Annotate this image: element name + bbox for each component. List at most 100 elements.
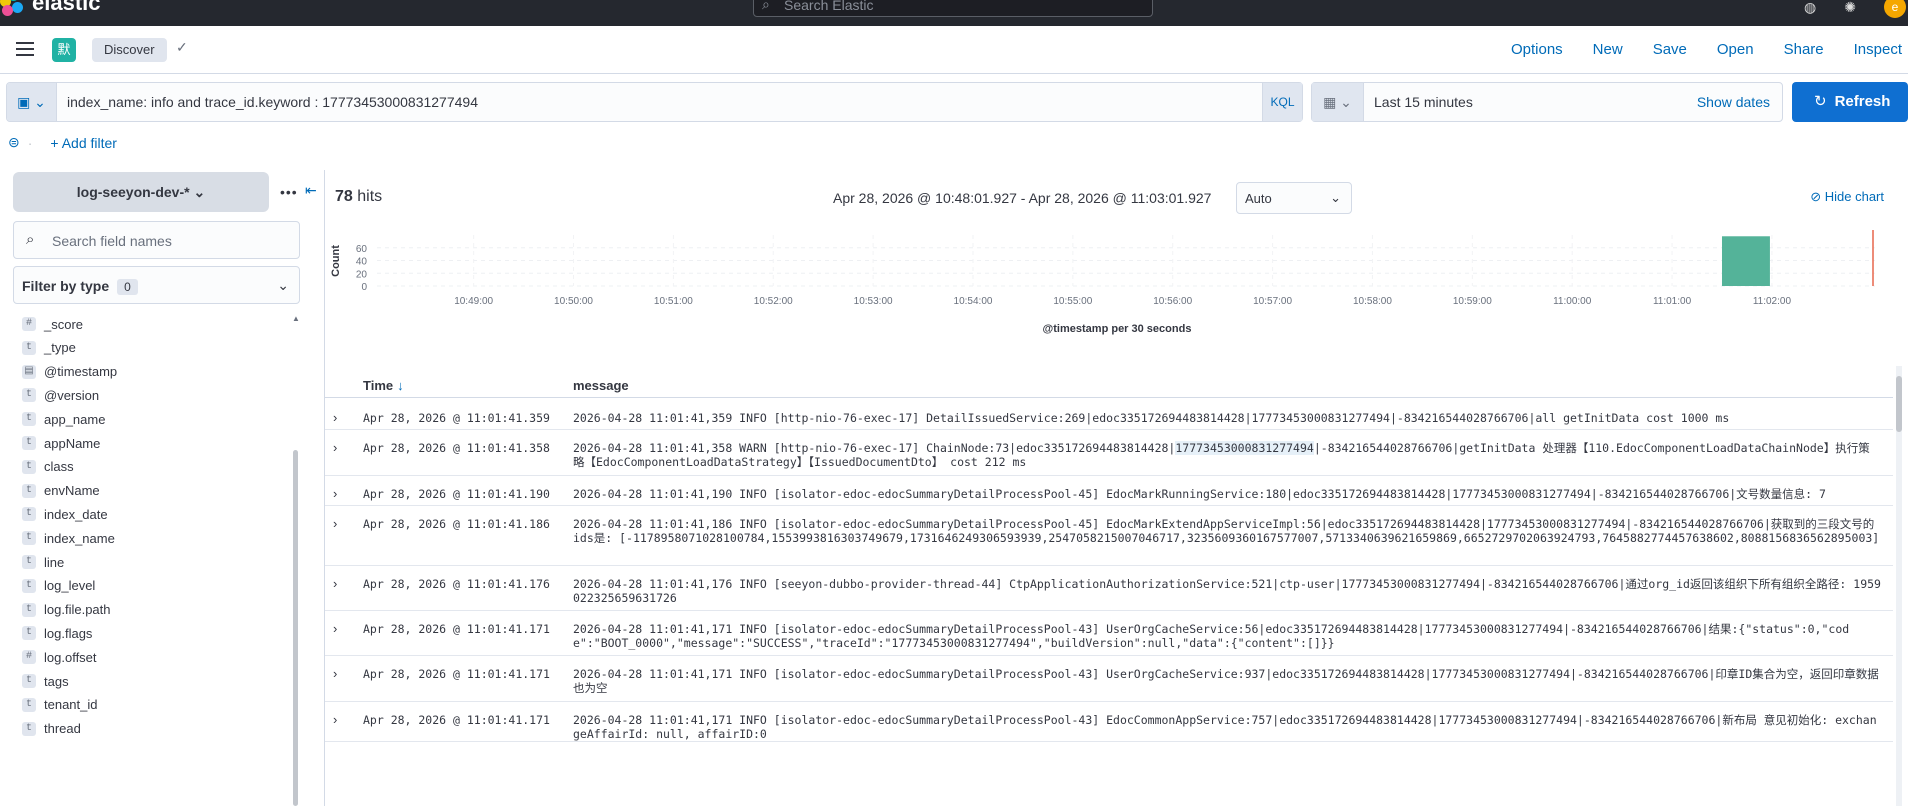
refresh-button[interactable]: ↻ Refresh (1792, 82, 1908, 122)
time-range-text: Apr 28, 2026 @ 10:48:01.927 - Apr 28, 20… (833, 190, 1212, 206)
sidebar-field-item[interactable]: t appName (22, 433, 100, 453)
interval-select[interactable]: Auto ⌄ (1236, 182, 1352, 214)
sidebar-field-item[interactable]: t line (22, 552, 64, 572)
hide-chart-button[interactable]: ⊘ Hide chart (1810, 189, 1884, 205)
table-scrollbar[interactable] (1896, 366, 1902, 806)
sidebar-field-name: log_level (44, 578, 96, 594)
sidebar-field-item[interactable]: t _type (22, 338, 76, 358)
table-row: › Apr 28, 2026 @ 11:01:41.359 2026-04-28 1… (325, 400, 1893, 430)
string-field-icon: t (22, 388, 36, 403)
filter-options-icon[interactable]: ⊜ (8, 134, 20, 151)
filter-by-type-button[interactable]: Filter by type 0 ⌄ (13, 266, 300, 304)
sidebar-field-name: @timestamp (44, 364, 118, 380)
expand-row-icon[interactable]: › (333, 621, 337, 636)
more-options-icon[interactable]: ••• (280, 184, 298, 200)
chevron-check-icon[interactable]: ✓ (176, 39, 188, 56)
expand-row-icon[interactable]: › (333, 486, 337, 501)
scroll-up-icon[interactable]: ▲ (292, 314, 300, 323)
query-input[interactable]: index_name: info and trace_id.keyword : … (67, 94, 478, 110)
y-axis-label: Count (330, 245, 342, 277)
refresh-label: Refresh (1834, 93, 1891, 110)
x-tick-label: 10:54:00 (954, 296, 993, 307)
filter-count-badge: 0 (117, 279, 138, 295)
column-time[interactable]: Time ↓ (363, 378, 404, 393)
sidebar-field-item[interactable]: t log.flags (22, 623, 92, 643)
share-link[interactable]: Share (1784, 41, 1824, 58)
x-tick-label: 10:50:00 (554, 296, 593, 307)
expand-row-icon[interactable]: › (333, 576, 337, 591)
row-time: Apr 28, 2026 @ 11:01:41.171 (363, 622, 550, 636)
sidebar-field-item[interactable]: t thread (22, 719, 81, 739)
string-field-icon: t (22, 626, 36, 641)
menu-hamburger-icon[interactable] (16, 42, 34, 56)
expand-row-icon[interactable]: › (333, 410, 337, 425)
sidebar-field-item[interactable]: t index_date (22, 504, 108, 524)
string-field-icon: t (22, 459, 36, 474)
date-picker: ▦ ⌄ Last 15 minutes Show dates (1311, 82, 1783, 122)
expand-row-icon[interactable]: › (333, 516, 337, 531)
string-field-icon: t (22, 674, 36, 688)
row-time: Apr 28, 2026 @ 11:01:41.190 (363, 487, 550, 501)
kql-toggle[interactable]: KQL (1262, 83, 1302, 121)
sidebar-field-item[interactable]: t class (22, 457, 74, 477)
hits-counter: 78 hits (335, 188, 382, 206)
x-tick-label: 10:56:00 (1153, 296, 1192, 307)
elastic-logo[interactable]: elastic (0, 0, 101, 16)
calendar-quick-select[interactable]: ▦ ⌄ (1312, 83, 1364, 121)
x-tick-label: 10:53:00 (854, 296, 893, 307)
save-link[interactable]: Save (1653, 41, 1687, 58)
sidebar-field-item[interactable]: # log.offset (22, 647, 97, 667)
collapse-sidebar-icon[interactable]: ⇤ (305, 182, 317, 199)
header-actions: ◍ ✺ e (1804, 0, 1908, 18)
saved-query-button[interactable]: ▣ ⌄ (7, 83, 57, 121)
expand-row-icon[interactable]: › (333, 712, 337, 727)
x-tick-label: 10:49:00 (454, 296, 493, 307)
sidebar-field-item[interactable]: t tenant_id (22, 695, 98, 715)
row-message: 2026-04-28 11:01:41,171 INFO [isolator-e… (573, 713, 1877, 741)
new-link[interactable]: New (1593, 41, 1623, 58)
x-tick-label: 10:57:00 (1253, 296, 1292, 307)
sidebar-field-name: @version (44, 387, 100, 403)
sidebar-field-item[interactable]: # _score (22, 314, 83, 334)
field-search-input[interactable]: ⌕ Search field names (13, 221, 300, 259)
date-field-icon: ▤ (22, 364, 36, 379)
global-search-placeholder: Search Elastic (784, 0, 874, 13)
column-message[interactable]: message (573, 378, 629, 393)
expand-row-icon[interactable]: › (333, 440, 337, 455)
chevron-down-icon: ⌄ (1330, 190, 1341, 205)
chevron-down-icon: ⌄ (193, 184, 206, 200)
date-range-label[interactable]: Last 15 minutes (1374, 94, 1473, 110)
number-field-icon: # (22, 650, 36, 665)
help-icon[interactable]: ◍ (1804, 0, 1816, 16)
show-dates-button[interactable]: Show dates (1697, 94, 1770, 110)
global-search-input[interactable]: ⌕ Search Elastic (753, 0, 1153, 17)
field-list-scrollbar[interactable] (293, 450, 298, 806)
sidebar-field-item[interactable]: t envName (22, 481, 100, 501)
sidebar-field-item[interactable]: ▤ @timestamp (22, 362, 117, 382)
refresh-icon: ↻ (1814, 93, 1827, 110)
inspect-link[interactable]: Inspect (1854, 41, 1902, 58)
field-list: # _score t _type ▤ @timestamp t @version t app_na… (0, 310, 300, 806)
index-pattern-selector[interactable]: log-seeyon-dev-* ⌄ (13, 172, 269, 212)
sidebar-field-item[interactable]: t @version (22, 385, 99, 405)
string-field-icon: t (22, 531, 36, 546)
sidebar-field-name: index_name (44, 530, 115, 546)
y-tick-label: 40 (356, 257, 368, 268)
sidebar-field-item[interactable]: t app_name (22, 409, 105, 429)
breadcrumb-discover[interactable]: Discover (92, 38, 167, 62)
sidebar-field-item[interactable]: t tags (22, 671, 69, 691)
field-search-placeholder: Search field names (52, 233, 172, 249)
add-filter-button[interactable]: + Add filter (50, 135, 117, 151)
open-link[interactable]: Open (1717, 41, 1754, 58)
sidebar-field-item[interactable]: t log_level (22, 576, 95, 596)
row-message: 2026-04-28 11:01:41,358 WARN [http-nio-7… (573, 441, 1881, 469)
user-avatar[interactable]: e (1884, 0, 1906, 18)
options-link[interactable]: Options (1511, 41, 1563, 58)
sort-down-icon[interactable]: ↓ (397, 378, 404, 393)
sidebar-field-item[interactable]: t index_name (22, 528, 115, 548)
expand-row-icon[interactable]: › (333, 666, 337, 681)
space-avatar[interactable]: 默 (52, 38, 76, 62)
sidebar-field-item[interactable]: t log.file.path (22, 600, 111, 620)
row-time: Apr 28, 2026 @ 11:01:41.171 (363, 713, 550, 727)
news-feed-icon[interactable]: ✺ (1844, 0, 1856, 16)
